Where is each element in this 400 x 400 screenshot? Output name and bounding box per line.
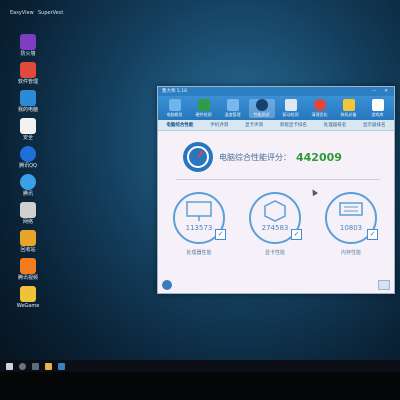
toolbar-temperature[interactable]: 温度管理 xyxy=(220,98,246,118)
clean-icon xyxy=(313,98,326,111)
folder-icon[interactable] xyxy=(45,362,52,370)
gpu-label: 显卡性能 xyxy=(264,250,285,256)
app-icon[interactable] xyxy=(58,362,65,370)
desktop-icon-label: WeGame xyxy=(16,303,40,309)
tab-bar: 电脑综合性能 手机评测 显卡评测 新版显卡排名 处理器排名 显示器排名 xyxy=(158,120,394,131)
toolbar-games[interactable]: 游戏库 xyxy=(365,98,391,118)
desktop-icon-recycle[interactable]: 回收站 xyxy=(12,230,44,253)
tencent-icon xyxy=(20,174,36,190)
toolbar-label: 装机必备 xyxy=(340,111,357,117)
shield-icon xyxy=(20,34,36,50)
network-icon xyxy=(20,202,36,218)
temperature-icon xyxy=(226,98,239,111)
speedometer-icon xyxy=(183,142,213,172)
window-controls[interactable]: — ✕ xyxy=(372,87,391,96)
cpu-label: 处理器性能 xyxy=(186,250,212,256)
gamepad-icon xyxy=(371,98,384,111)
gpu-icon: 274583 ✓ xyxy=(249,192,302,244)
desktop-icon-label: 回收站 xyxy=(20,247,36,253)
checkbox-icon[interactable]: ✓ xyxy=(291,229,302,240)
toolbar-label: 驱动检测 xyxy=(282,111,299,117)
toolbar-label: 温度管理 xyxy=(224,111,241,117)
desktop-icon-video[interactable]: 腾讯视频 xyxy=(12,258,44,281)
feedback-button[interactable] xyxy=(378,280,390,290)
desktop-top-label-2: SuperVest xyxy=(38,10,64,16)
toolbar-label: 游戏库 xyxy=(371,111,384,117)
toolbar-label: 性能测试 xyxy=(253,111,270,117)
tab-cpu-ranking[interactable]: 处理器排名 xyxy=(322,122,349,128)
desktop-icon-label: 腾讯视频 xyxy=(17,275,38,281)
desktop-icon-label: 腾讯 xyxy=(22,191,33,197)
toolbar-performance[interactable]: 性能测试 xyxy=(248,98,275,118)
desktop-icon-label: 腾讯QQ xyxy=(19,163,37,169)
divider xyxy=(176,179,380,180)
tab-phone[interactable]: 手机评测 xyxy=(208,122,230,128)
desktop-icon-security[interactable]: 安全 xyxy=(12,118,44,141)
memory-icon: 10803 ✓ xyxy=(325,192,378,244)
toolbar-overview[interactable]: 电脑概览 xyxy=(162,98,188,118)
checkbox-icon[interactable]: ✓ xyxy=(367,229,378,240)
window-titlebar[interactable]: 鲁大师 5.18 — ✕ xyxy=(158,87,394,96)
qq-icon xyxy=(20,146,36,162)
toolbar-driver[interactable]: 驱动检测 xyxy=(278,98,304,118)
screen-bezel xyxy=(0,372,400,400)
speedometer-icon xyxy=(255,98,268,111)
taskbar xyxy=(0,360,400,372)
computer-icon xyxy=(20,90,36,106)
cpu-icon: 113573 ✓ xyxy=(173,192,226,244)
wegame-icon xyxy=(20,286,36,302)
desktop-icon-wegame[interactable]: WeGame xyxy=(12,286,44,309)
toolbar-label: 硬件检测 xyxy=(195,111,212,117)
start-button-icon[interactable] xyxy=(6,362,13,370)
category-cpu[interactable]: 113573 ✓ 处理器性能 xyxy=(173,192,226,256)
desktop-icon-firewall[interactable]: 防火墙 xyxy=(12,34,44,57)
desktop-icon-computer[interactable]: 我的电脑 xyxy=(12,90,44,113)
apps-icon xyxy=(342,98,355,111)
tab-overall[interactable]: 电脑综合性能 xyxy=(164,122,195,128)
score-label: 电脑综合性能评分： xyxy=(219,152,291,162)
recycle-icon xyxy=(20,230,36,246)
overall-score: 电脑综合性能评分： 442009 xyxy=(183,142,342,172)
chip-icon xyxy=(197,98,210,111)
tab-gpu-ranking[interactable]: 新版显卡排名 xyxy=(278,122,309,128)
video-icon xyxy=(20,258,36,274)
main-toolbar: 电脑概览 硬件检测 温度管理 性能测试 驱动检测 清理优化 装机必备 游戏库 xyxy=(158,96,394,120)
checkbox-icon[interactable]: ✓ xyxy=(215,229,226,240)
desktop-icon-label: 网络 xyxy=(22,219,33,225)
category-gpu[interactable]: 274583 ✓ 显卡性能 xyxy=(249,192,302,256)
tab-gpu-review[interactable]: 显卡评测 xyxy=(243,122,265,128)
window-title: 鲁大师 5.18 xyxy=(162,89,187,94)
toolbar-label: 电脑概览 xyxy=(166,111,183,117)
taskview-icon[interactable] xyxy=(32,362,39,370)
memory-label: 内存性能 xyxy=(340,250,361,256)
desktop-top-label-1: EasyView xyxy=(10,10,34,16)
monitor-icon xyxy=(168,98,181,111)
apps-icon xyxy=(20,62,36,78)
desktop-icon-label: 软件管理 xyxy=(17,79,38,85)
desktop-icon-software[interactable]: 软件管理 xyxy=(12,62,44,85)
toolbar-apps[interactable]: 装机必备 xyxy=(336,98,362,118)
desktop-icon-network[interactable]: 网络 xyxy=(12,202,44,225)
benchmark-window: 鲁大师 5.18 — ✕ 电脑概览 硬件检测 温度管理 性能测试 驱动检测 清理… xyxy=(157,86,395,294)
desktop-icon-label: 我的电脑 xyxy=(17,107,38,113)
desktop-icon-label: 防火墙 xyxy=(20,51,36,57)
desktop-icon-label: 安全 xyxy=(22,135,33,141)
desktop-icon-qq[interactable]: 腾讯QQ xyxy=(12,146,44,169)
search-icon[interactable] xyxy=(19,362,26,370)
category-memory[interactable]: 10803 ✓ 内存性能 xyxy=(325,192,378,256)
logo-icon xyxy=(162,280,172,290)
score-value: 442009 xyxy=(296,150,342,164)
chart-icon xyxy=(20,118,36,134)
tab-monitor-ranking[interactable]: 显示器排名 xyxy=(361,122,388,128)
toolbar-hardware[interactable]: 硬件检测 xyxy=(191,98,217,118)
driver-icon xyxy=(284,98,297,111)
toolbar-clean[interactable]: 清理优化 xyxy=(307,98,333,118)
toolbar-label: 清理优化 xyxy=(311,111,328,117)
desktop-icon-tencent[interactable]: 腾讯 xyxy=(12,174,44,197)
